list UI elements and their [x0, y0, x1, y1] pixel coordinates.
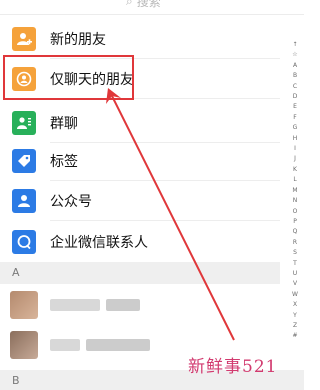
watermark-text: 新鲜事521 — [188, 357, 278, 377]
annotation-arrow — [106, 88, 235, 341]
